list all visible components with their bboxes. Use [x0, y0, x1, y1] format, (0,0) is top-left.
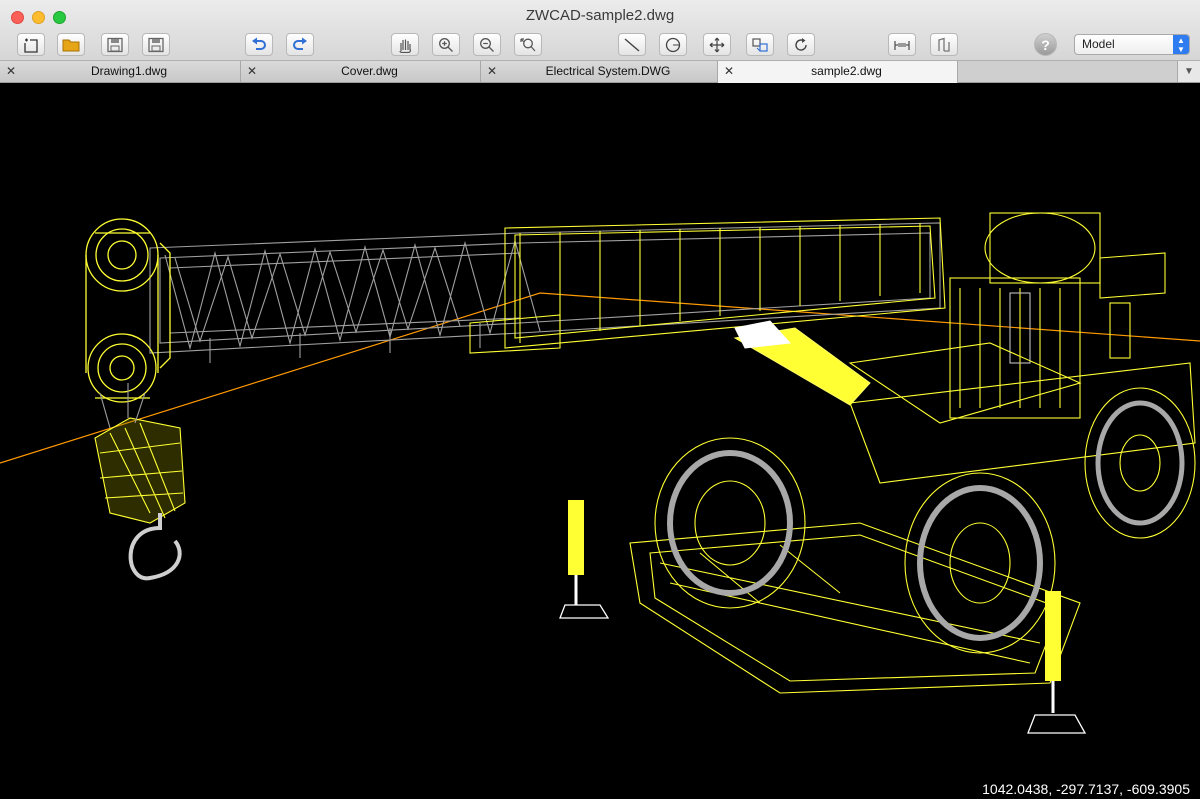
zoom-in-icon	[439, 37, 453, 52]
floppy-disk-pen-icon	[148, 37, 164, 52]
crane-chassis	[629, 362, 1196, 694]
close-tab-icon[interactable]: ✕	[487, 64, 497, 78]
select-arrows-icon: ▲ ▼	[1173, 35, 1189, 54]
new-file-icon	[24, 38, 38, 53]
dimension-button[interactable]	[888, 33, 916, 56]
circle-button[interactable]	[659, 33, 687, 56]
help-button[interactable]: ?	[1034, 33, 1057, 56]
circle-icon	[665, 37, 681, 52]
tab-cover[interactable]: ✕ Cover.dwg	[241, 61, 481, 82]
space-select[interactable]: Model ▲ ▼	[1074, 34, 1190, 55]
close-tab-icon[interactable]: ✕	[724, 64, 734, 78]
tab-label: Cover.dwg	[341, 64, 398, 78]
save-button[interactable]	[101, 33, 129, 56]
zoom-extents-button[interactable]	[514, 33, 542, 56]
outrigger-left	[559, 500, 610, 619]
zoom-window-icon	[520, 37, 536, 51]
zoom-in-button[interactable]	[432, 33, 460, 56]
redo-arrow-icon	[293, 37, 307, 50]
undo-arrow-icon	[252, 37, 266, 50]
tab-label: Electrical System.DWG	[545, 64, 671, 78]
line-button[interactable]	[618, 33, 646, 56]
pan-button[interactable]	[391, 33, 419, 56]
hook-block	[94, 417, 186, 524]
tab-sample2[interactable]: ✕ sample2.dwg	[718, 61, 958, 83]
zoom-out-icon	[480, 37, 494, 52]
layer-button[interactable]	[930, 33, 958, 56]
save-as-button[interactable]	[142, 33, 170, 56]
redo-button[interactable]	[286, 33, 314, 56]
undo-button[interactable]	[245, 33, 273, 56]
move-arrows-icon	[709, 37, 725, 52]
wheels	[654, 387, 1196, 654]
folder-icon	[62, 39, 80, 51]
rotate-icon	[795, 37, 807, 51]
rotate-button[interactable]	[787, 33, 815, 56]
drawing-viewport[interactable]: 1042.0438, -297.7137, -609.3905	[0, 83, 1200, 799]
app-window: ZWCAD-sample2.dwg ? Model ▲ ▼ ✕ Drawing1…	[0, 0, 1200, 799]
tab-electrical-system[interactable]: ✕ Electrical System.DWG	[481, 61, 718, 82]
dimension-icon	[894, 40, 910, 50]
close-tab-icon[interactable]: ✕	[247, 64, 257, 78]
crane-cab	[848, 212, 1166, 424]
close-tab-icon[interactable]: ✕	[6, 64, 16, 78]
copy-button[interactable]	[746, 33, 774, 56]
question-mark-icon: ?	[1041, 36, 1050, 53]
coordinate-readout: 1042.0438, -297.7137, -609.3905	[982, 781, 1190, 797]
boom-head	[85, 218, 171, 403]
tab-label: sample2.dwg	[811, 64, 882, 78]
move-button[interactable]	[703, 33, 731, 56]
hook	[128, 513, 182, 581]
space-select-value: Model	[1082, 37, 1115, 51]
floppy-disk-icon	[107, 37, 123, 52]
hand-icon	[399, 39, 412, 53]
window-title: ZWCAD-sample2.dwg	[525, 7, 675, 24]
document-tab-bar: ✕ Drawing1.dwg ✕ Cover.dwg ✕ Electrical …	[0, 61, 1200, 83]
crane-wireframe-model	[0, 212, 1200, 734]
layer-icon	[938, 37, 950, 52]
open-button[interactable]	[57, 33, 85, 56]
tab-drawing1[interactable]: ✕ Drawing1.dwg	[0, 61, 241, 82]
tab-label: Drawing1.dwg	[90, 64, 168, 78]
title-bar: ZWCAD-sample2.dwg ? Model ▲ ▼	[0, 0, 1200, 61]
tab-overflow-button[interactable]: ▼	[1177, 61, 1200, 82]
new-drawing-button[interactable]	[17, 33, 45, 56]
copy-icon	[752, 37, 768, 52]
line-icon	[624, 37, 640, 52]
zoom-out-button[interactable]	[473, 33, 501, 56]
